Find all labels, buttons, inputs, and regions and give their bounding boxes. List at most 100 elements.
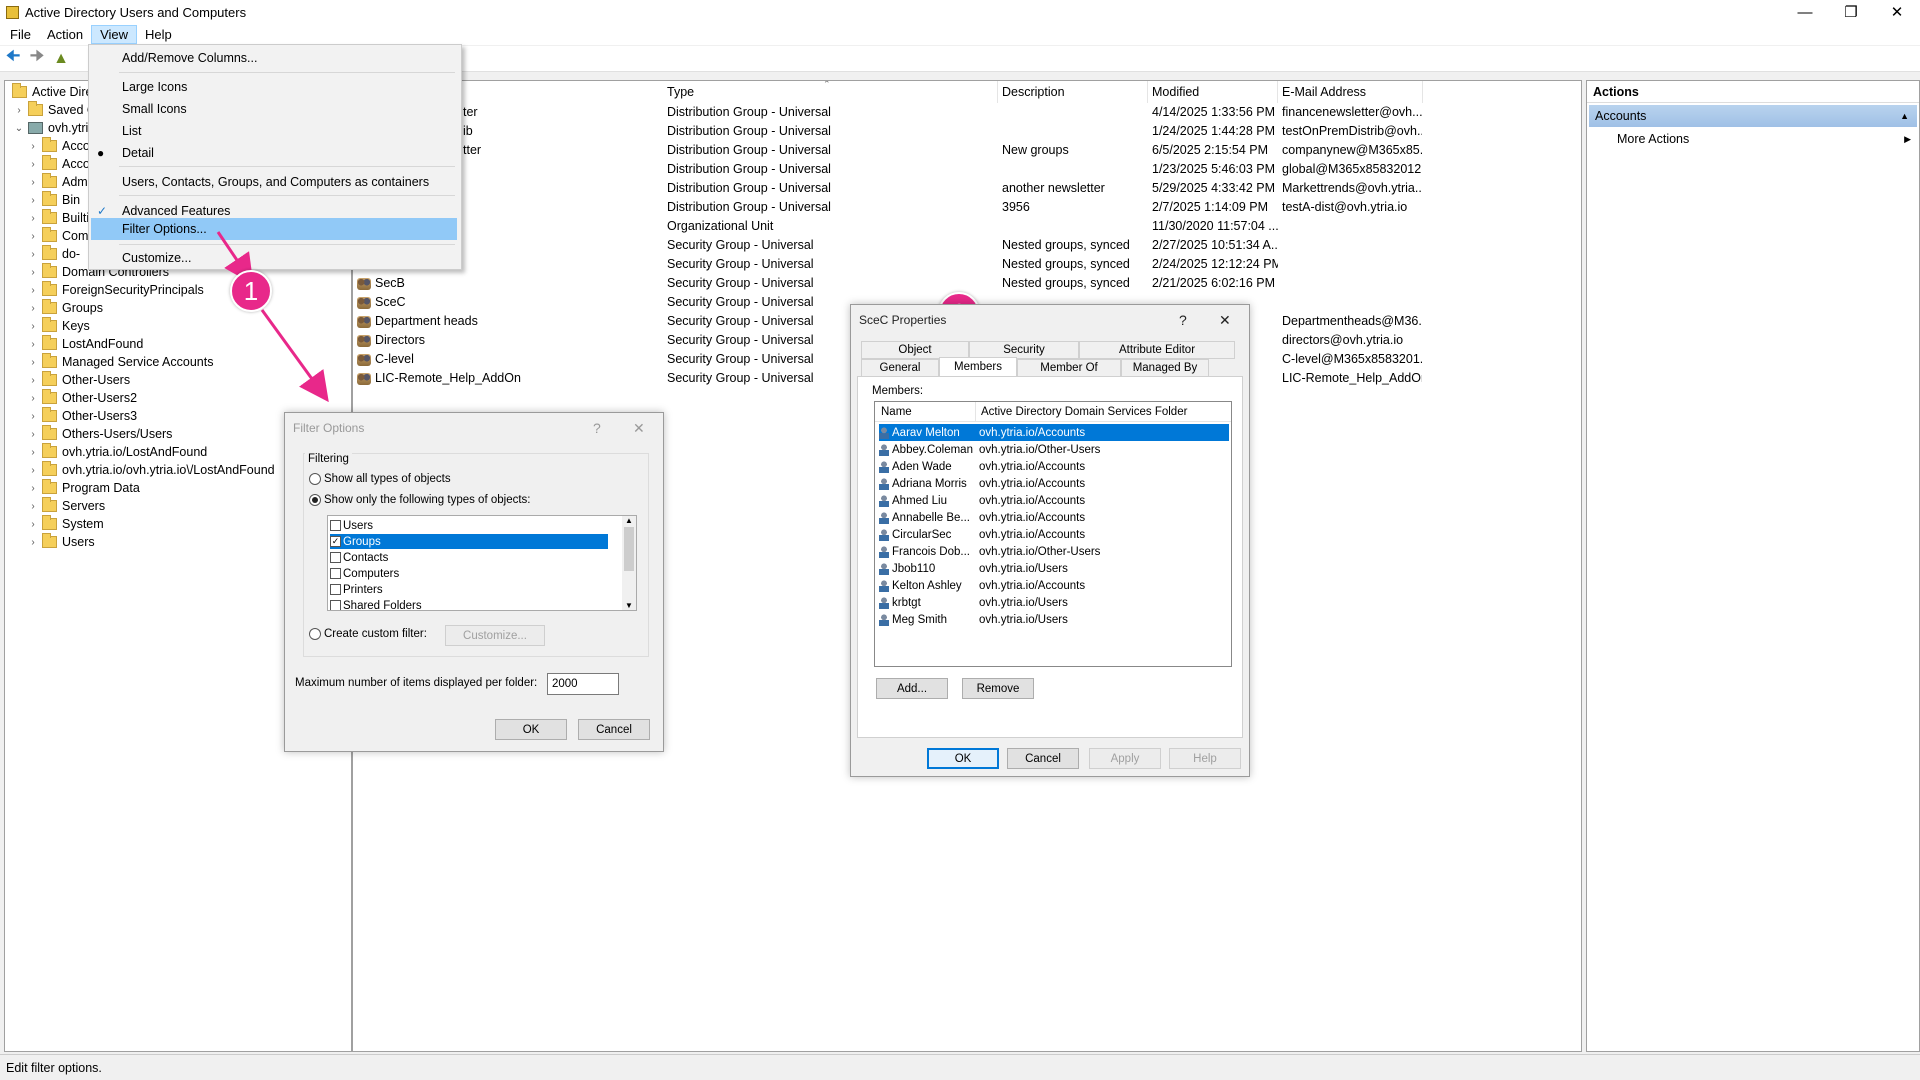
radio-custom-filter[interactable]: Create custom filter: <box>309 628 427 640</box>
expand-chevron-icon[interactable]: › <box>27 231 39 242</box>
expand-chevron-icon[interactable]: › <box>27 321 39 332</box>
expand-chevron-icon[interactable]: › <box>27 537 39 548</box>
close-icon[interactable]: ✕ <box>1874 0 1920 24</box>
expand-chevron-icon[interactable]: › <box>27 177 39 188</box>
menu-item-add-remove-columns[interactable]: Add/Remove Columns... <box>89 47 461 69</box>
expand-chevron-icon[interactable]: › <box>27 285 39 296</box>
radio-show-all[interactable]: Show all types of objects <box>309 473 451 485</box>
close-icon[interactable]: ✕ <box>1219 312 1231 329</box>
expand-chevron-icon[interactable]: › <box>27 519 39 530</box>
member-row[interactable]: Meg Smith ovh.ytria.io/Users <box>879 611 1229 628</box>
member-row[interactable]: Kelton Ashley ovh.ytria.io/Accounts <box>879 577 1229 594</box>
cancel-button[interactable]: Cancel <box>1007 748 1079 769</box>
row-name[interactable]: SecB <box>357 276 653 290</box>
tree-item[interactable]: › Keys <box>27 317 90 335</box>
expand-chevron-icon[interactable]: › <box>27 339 39 350</box>
scrollbar[interactable]: ▲ ▼ <box>622 516 636 610</box>
member-row[interactable]: krbtgt ovh.ytria.io/Users <box>879 594 1229 611</box>
help-button[interactable]: Help <box>1169 748 1241 769</box>
menu-file[interactable]: File <box>2 26 39 43</box>
menu-item-detail[interactable]: ● Detail <box>89 142 461 164</box>
tree-item[interactable]: › Bin <box>27 191 80 209</box>
tree-item[interactable]: › do- <box>27 245 80 263</box>
back-arrow-icon[interactable]: 🠈 <box>4 48 22 68</box>
checkbox[interactable] <box>330 600 341 610</box>
tree-item[interactable]: › Servers <box>27 497 105 515</box>
member-row[interactable]: Abbey.Coleman ovh.ytria.io/Other-Users <box>879 441 1229 458</box>
checkbox[interactable] <box>330 568 341 579</box>
tree-item[interactable]: › Other-Users <box>27 371 130 389</box>
expand-chevron-icon[interactable]: › <box>13 105 25 116</box>
expand-chevron-icon[interactable]: › <box>27 393 39 404</box>
row-name[interactable]: ib <box>463 124 653 138</box>
more-actions-item[interactable]: More Actions ▶ <box>1587 129 1919 149</box>
up-folder-icon[interactable]: ▲ <box>52 50 70 68</box>
expand-chevron-icon[interactable]: › <box>27 483 39 494</box>
tab-member-of[interactable]: Member Of <box>1017 359 1121 377</box>
object-type-item[interactable]: Computers <box>330 566 608 581</box>
row-name[interactable]: tter <box>463 143 653 157</box>
menu-item-large-icons[interactable]: Large Icons <box>89 76 461 98</box>
tree-item[interactable]: › Other-Users2 <box>27 389 137 407</box>
column-modified[interactable]: Modified <box>1148 81 1278 103</box>
row-name[interactable]: Department heads <box>357 314 653 328</box>
expand-chevron-icon[interactable]: › <box>27 465 39 476</box>
tree-item[interactable]: › Managed Service Accounts <box>27 353 213 371</box>
tree-item[interactable]: › Other-Users3 <box>27 407 137 425</box>
collapse-chevron-icon[interactable]: ⌄ <box>13 123 25 134</box>
collapse-triangle-icon[interactable]: ▲ <box>1900 111 1909 121</box>
close-icon[interactable]: ✕ <box>633 420 645 437</box>
help-question-icon[interactable]: ? <box>593 420 601 436</box>
member-row[interactable]: Aarav Melton ovh.ytria.io/Accounts <box>879 424 1229 441</box>
tree-item[interactable]: › Groups <box>27 299 103 317</box>
expand-chevron-icon[interactable]: › <box>27 303 39 314</box>
help-question-icon[interactable]: ? <box>1179 312 1187 328</box>
expand-chevron-icon[interactable]: › <box>27 213 39 224</box>
tree-item[interactable]: › ovh.ytria.io/LostAndFound <box>27 443 207 461</box>
object-type-item[interactable]: Contacts <box>330 550 608 565</box>
expand-chevron-icon[interactable]: › <box>27 411 39 422</box>
member-row[interactable]: Annabelle Be... ovh.ytria.io/Accounts <box>879 509 1229 526</box>
expand-chevron-icon[interactable]: › <box>27 447 39 458</box>
expand-chevron-icon[interactable]: › <box>27 501 39 512</box>
ok-button[interactable]: OK <box>927 748 999 769</box>
forward-arrow-icon[interactable]: 🠊 <box>28 48 46 68</box>
menu-action[interactable]: Action <box>39 26 91 43</box>
row-name[interactable]: C-level <box>357 352 653 366</box>
expand-chevron-icon[interactable]: › <box>27 249 39 260</box>
row-name[interactable]: SceC <box>357 295 653 309</box>
member-row[interactable]: Adriana Morris ovh.ytria.io/Accounts <box>879 475 1229 492</box>
tree-item[interactable]: › Builtin <box>27 209 96 227</box>
max-items-input[interactable] <box>547 673 619 695</box>
checkbox[interactable] <box>330 584 341 595</box>
tree-item[interactable]: › ovh.ytria.io/ovh.ytria.io\/LostAndFound <box>27 461 275 479</box>
expand-chevron-icon[interactable]: › <box>27 375 39 386</box>
column-folder[interactable]: Active Directory Domain Services Folder <box>981 406 1187 418</box>
menu-item-small-icons[interactable]: Small Icons <box>89 98 461 120</box>
expand-chevron-icon[interactable]: › <box>27 159 39 170</box>
checkbox[interactable] <box>330 552 341 563</box>
members-listview[interactable]: Name Active Directory Domain Services Fo… <box>874 401 1232 667</box>
expand-chevron-icon[interactable]: › <box>27 141 39 152</box>
column-name[interactable]: Name <box>881 406 912 418</box>
tab-attribute-editor[interactable]: Attribute Editor <box>1079 341 1235 359</box>
menu-help[interactable]: Help <box>137 26 180 43</box>
tree-item[interactable]: › Program Data <box>27 479 140 497</box>
ok-button[interactable]: OK <box>495 719 567 740</box>
tab-members[interactable]: Members <box>939 357 1017 377</box>
tree-item[interactable]: › Users <box>27 533 95 551</box>
scroll-up-icon[interactable]: ▲ <box>622 516 636 525</box>
menu-item-list[interactable]: List <box>89 120 461 142</box>
member-row[interactable]: Ahmed Liu ovh.ytria.io/Accounts <box>879 492 1229 509</box>
column-email[interactable]: E-Mail Address <box>1278 81 1423 103</box>
column-description[interactable]: Description <box>998 81 1148 103</box>
remove-member-button[interactable]: Remove <box>962 678 1034 699</box>
object-type-item[interactable]: Users <box>330 518 608 533</box>
minimize-icon[interactable]: — <box>1782 0 1828 24</box>
expand-chevron-icon[interactable]: › <box>27 357 39 368</box>
tab-managed-by[interactable]: Managed By <box>1121 359 1209 377</box>
object-types-listbox[interactable]: Users ✓ Groups Contacts Computers Printers Sha… <box>327 515 637 611</box>
restore-icon[interactable]: ❐ <box>1828 0 1874 24</box>
menu-item-customize[interactable]: Customize... <box>89 247 461 269</box>
row-name[interactable]: Directors <box>357 333 653 347</box>
